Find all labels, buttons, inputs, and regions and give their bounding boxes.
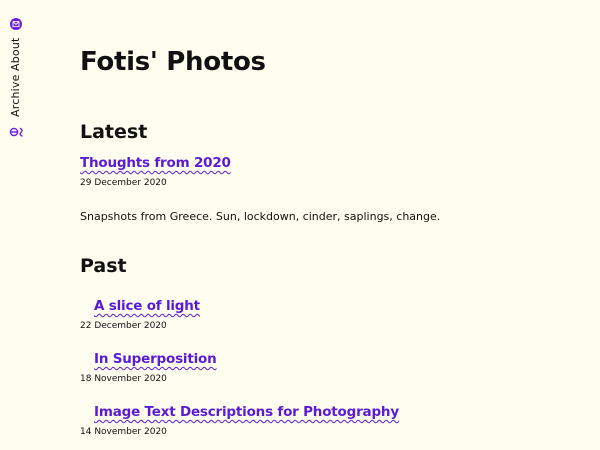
nav-about-link[interactable]: About: [9, 37, 22, 71]
page: About Archive Fotis' Photos Latest Thoug…: [0, 0, 600, 450]
theme-settings-icon[interactable]: [9, 124, 25, 138]
past-post-link[interactable]: Image Text Descriptions for Photography: [94, 404, 399, 420]
past-post-date: 22 December 2020: [80, 321, 167, 331]
past-post-date: 14 November 2020: [80, 427, 167, 437]
latest-post-description: Snapshots from Greece. Sun, lockdown, ci…: [80, 210, 441, 223]
past-section-heading: Past: [80, 255, 127, 277]
envelope-icon: [12, 21, 20, 27]
latest-section-heading: Latest: [80, 121, 148, 143]
site-title: Fotis' Photos: [80, 47, 266, 77]
latest-post-link[interactable]: Thoughts from 2020: [80, 155, 231, 171]
past-post-link[interactable]: In Superposition: [94, 351, 217, 367]
latest-post-date: 29 December 2020: [80, 178, 167, 188]
past-post-date: 18 November 2020: [80, 374, 167, 384]
side-navigation: About Archive: [0, 0, 32, 450]
past-post-link[interactable]: A slice of light: [94, 298, 200, 314]
home-logo-link[interactable]: [10, 18, 22, 30]
nav-archive-link[interactable]: Archive: [9, 74, 22, 117]
